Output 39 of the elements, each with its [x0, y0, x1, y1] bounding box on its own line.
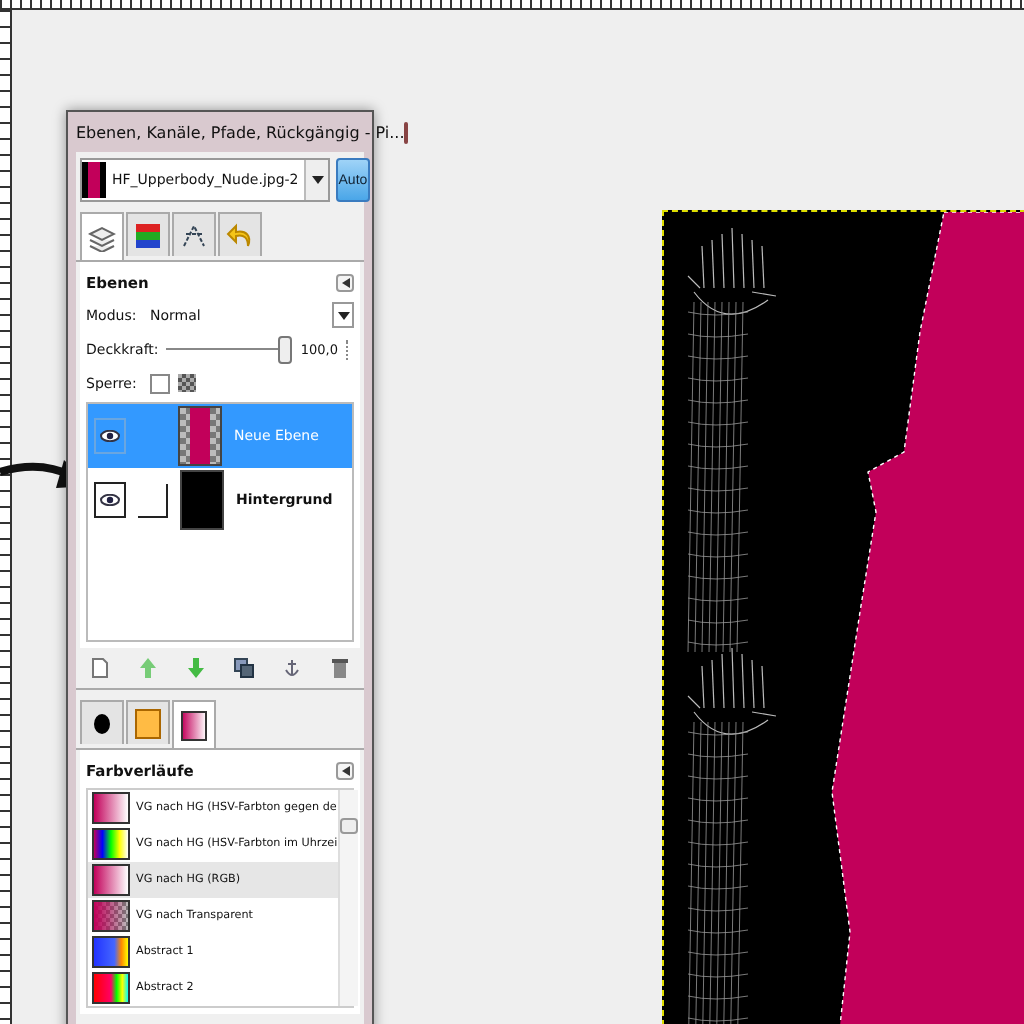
- dock-tab[interactable]: [80, 700, 124, 744]
- dropdown-arrow-button[interactable]: [304, 160, 329, 200]
- lock-alpha-icon[interactable]: [178, 374, 196, 392]
- anchor-layer-button[interactable]: [280, 656, 304, 680]
- eye-icon[interactable]: [100, 494, 120, 506]
- dock-tab[interactable]: [126, 212, 170, 256]
- gradient-swatch: [92, 864, 130, 896]
- image-thumbnail: [82, 162, 106, 198]
- pattern-icon: [134, 707, 162, 739]
- gradient-swatch: [92, 828, 130, 860]
- duplicate-layer-button[interactable]: [232, 656, 256, 680]
- lock-checkbox[interactable]: [150, 373, 170, 393]
- channels-icon: [134, 221, 162, 249]
- caret-icon: [337, 311, 349, 319]
- window-title: Ebenen, Kanäle, Pfade, Rückgängig - Pi...: [76, 123, 405, 141]
- spinner-icon[interactable]: [346, 339, 354, 359]
- caret-icon: [341, 765, 349, 775]
- panel-menu-button[interactable]: [336, 761, 354, 779]
- caret-icon: [311, 176, 324, 184]
- undo-icon: [226, 221, 254, 249]
- gradient-swatch: [92, 972, 130, 1004]
- scrollbar[interactable]: [337, 790, 358, 1006]
- opacity-slider-handle[interactable]: [278, 336, 293, 364]
- gradient-swatch: [92, 936, 130, 968]
- caret-icon: [341, 277, 349, 287]
- new-layer-button[interactable]: [88, 656, 112, 680]
- close-button[interactable]: [404, 121, 409, 143]
- delete-layer-button[interactable]: [328, 656, 352, 680]
- dock-tab[interactable]: [172, 212, 216, 256]
- layers-icon: [88, 223, 116, 251]
- link-box[interactable]: [138, 483, 168, 517]
- dock-tab[interactable]: [172, 700, 216, 748]
- gradient-icon: [180, 709, 208, 741]
- gradient-swatch: [92, 900, 130, 932]
- panel-menu-button[interactable]: [336, 273, 354, 291]
- eye-icon[interactable]: [100, 430, 120, 442]
- gradient-swatch: [92, 792, 130, 824]
- mode-dropdown-button[interactable]: [332, 302, 354, 328]
- paths-icon: [180, 221, 208, 249]
